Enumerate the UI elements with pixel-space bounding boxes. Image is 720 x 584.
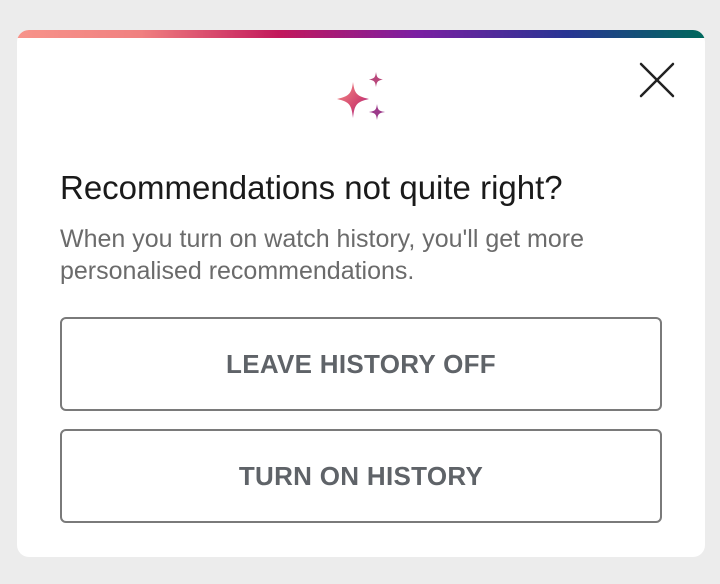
accent-gradient-bar (17, 30, 705, 38)
dialog-title: Recommendations not quite right? (60, 169, 563, 206)
close-button[interactable] (635, 58, 679, 102)
leave-history-off-button[interactable]: LEAVE HISTORY OFF (60, 317, 662, 411)
dialog-description: When you turn on watch history, you'll g… (60, 225, 584, 285)
recommendations-dialog: Recommendations not quite right? When yo… (17, 30, 705, 557)
sparkle-icon (337, 72, 385, 120)
close-icon (639, 62, 675, 98)
turn-on-history-button[interactable]: TURN ON HISTORY (60, 429, 662, 523)
